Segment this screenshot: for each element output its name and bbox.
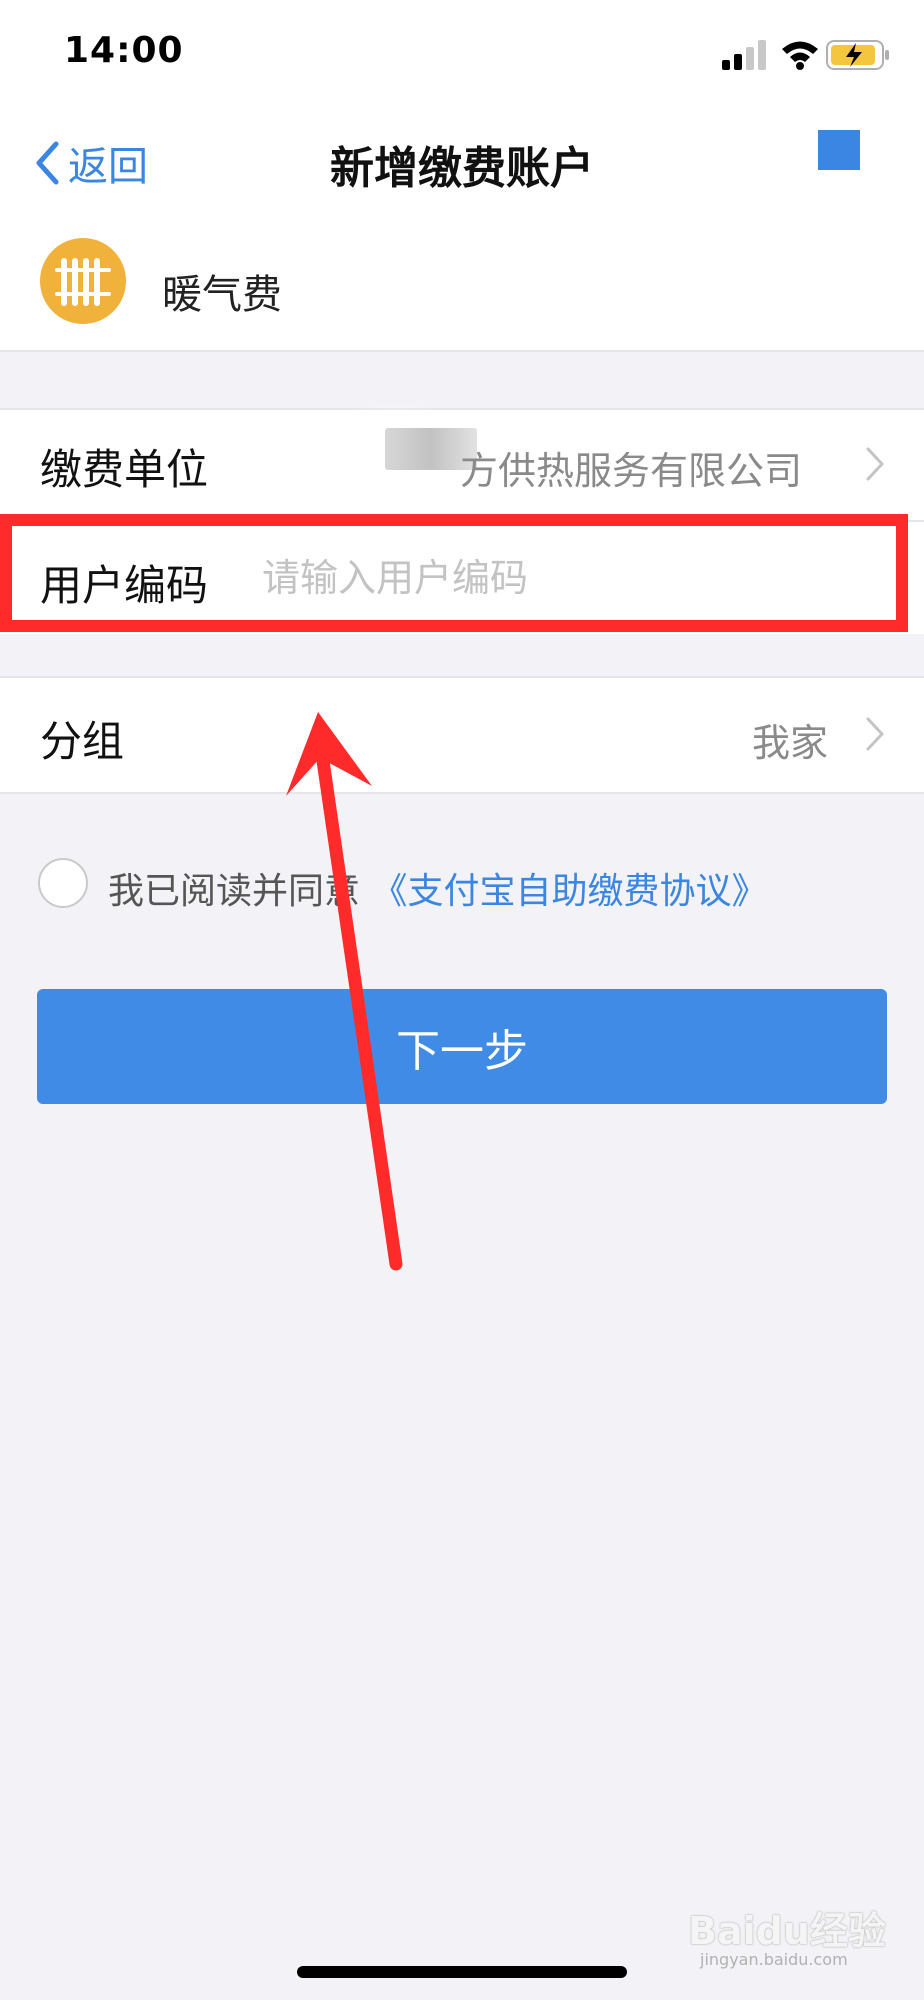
nav-menu-square[interactable]	[818, 130, 860, 170]
service-name: 暖气费	[162, 272, 282, 318]
group-value: 我家	[752, 721, 829, 765]
battery-charging-icon	[826, 40, 889, 70]
agreement-checkbox[interactable]	[38, 858, 88, 908]
service-icon-circle	[40, 238, 126, 324]
agreement-text: 我已阅读并同意 《支付宝自助缴费协议》	[108, 862, 767, 914]
page-title: 新增缴费账户	[330, 143, 594, 194]
home-indicator	[297, 1966, 627, 1978]
payment-unit-label: 缴费单位	[40, 445, 209, 494]
wifi-icon	[782, 41, 818, 70]
payment-unit-value: 方供热服务有限公司	[460, 449, 803, 493]
annotation-highlight-box	[0, 514, 908, 632]
chevron-right-icon	[866, 717, 884, 751]
next-step-button[interactable]: 下一步	[37, 989, 887, 1104]
group-label: 分组	[40, 717, 125, 766]
watermark-logo: Baidu经验	[688, 1909, 886, 1953]
cellular-signal-icon	[722, 40, 766, 70]
radiator-icon	[55, 258, 111, 306]
watermark-url: jingyan.baidu.com	[700, 1950, 848, 1969]
chevron-right-icon	[866, 447, 884, 481]
status-time: 14:00	[64, 30, 184, 71]
agreement-link[interactable]: 《支付宝自助缴费协议》	[371, 871, 767, 912]
agreement-prefix: 我已阅读并同意	[108, 871, 361, 912]
service-header	[0, 224, 924, 352]
